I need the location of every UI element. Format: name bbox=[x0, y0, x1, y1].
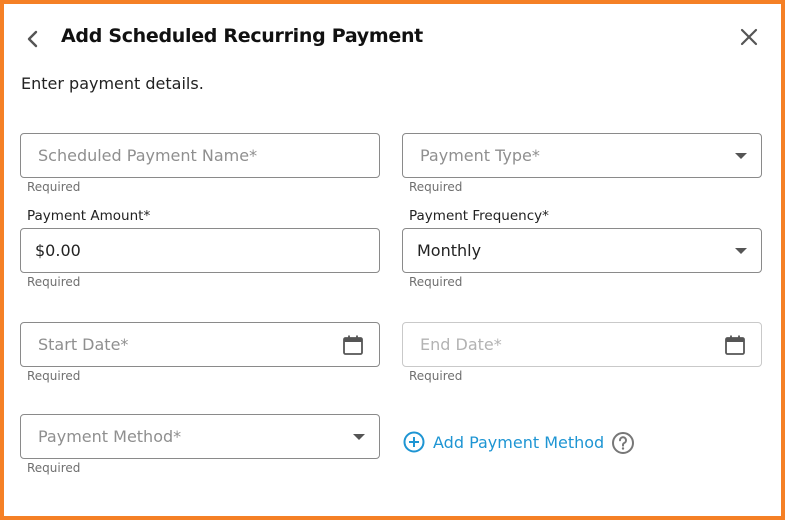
payment-amount-label: Payment Amount* bbox=[27, 208, 151, 224]
add-payment-method-label: Add Payment Method bbox=[433, 432, 605, 452]
payment-frequency-value: Monthly bbox=[417, 241, 482, 260]
end-date-helper: Required bbox=[409, 369, 463, 383]
dialog-header: Add Scheduled Recurring Payment bbox=[4, 4, 781, 66]
payment-method-select[interactable]: Payment Method* bbox=[20, 414, 380, 459]
payment-amount-input[interactable]: $0.00 bbox=[20, 228, 380, 273]
payment-method-helper: Required bbox=[27, 461, 81, 475]
question-circle-icon[interactable] bbox=[611, 431, 635, 455]
dropdown-caret-icon bbox=[735, 153, 747, 159]
dialog-title: Add Scheduled Recurring Payment bbox=[61, 25, 423, 47]
payment-type-select[interactable]: Payment Type* bbox=[402, 133, 762, 178]
close-icon bbox=[740, 28, 758, 46]
payment-type-helper: Required bbox=[409, 180, 463, 194]
payment-frequency-helper: Required bbox=[409, 275, 463, 289]
start-date-helper: Required bbox=[27, 369, 81, 383]
payment-name-input[interactable]: Scheduled Payment Name* bbox=[20, 133, 380, 178]
end-date-input[interactable]: End Date* bbox=[402, 322, 762, 367]
payment-type-placeholder: Payment Type* bbox=[420, 146, 540, 165]
end-date-placeholder: End Date* bbox=[420, 335, 502, 354]
modal-dialog: Add Scheduled Recurring Payment Enter pa… bbox=[0, 0, 785, 520]
start-date-placeholder: Start Date* bbox=[38, 335, 129, 354]
dropdown-caret-icon bbox=[735, 248, 747, 254]
payment-method-placeholder: Payment Method* bbox=[38, 427, 182, 446]
payment-amount-value: $0.00 bbox=[35, 241, 81, 260]
add-payment-method-link[interactable]: Add Payment Method bbox=[403, 430, 604, 454]
plus-circle-icon bbox=[403, 431, 425, 453]
calendar-icon[interactable] bbox=[342, 334, 364, 356]
payment-frequency-select[interactable]: Monthly bbox=[402, 228, 762, 273]
dialog-subtitle: Enter payment details. bbox=[21, 74, 204, 93]
close-button[interactable] bbox=[736, 24, 762, 50]
chevron-left-icon bbox=[27, 30, 38, 48]
back-button[interactable] bbox=[20, 26, 46, 52]
calendar-icon[interactable] bbox=[724, 334, 746, 356]
dropdown-caret-icon bbox=[353, 434, 365, 440]
payment-frequency-label: Payment Frequency* bbox=[409, 208, 549, 224]
payment-amount-helper: Required bbox=[27, 275, 81, 289]
payment-name-placeholder: Scheduled Payment Name* bbox=[38, 146, 258, 165]
start-date-input[interactable]: Start Date* bbox=[20, 322, 380, 367]
payment-name-helper: Required bbox=[27, 180, 81, 194]
